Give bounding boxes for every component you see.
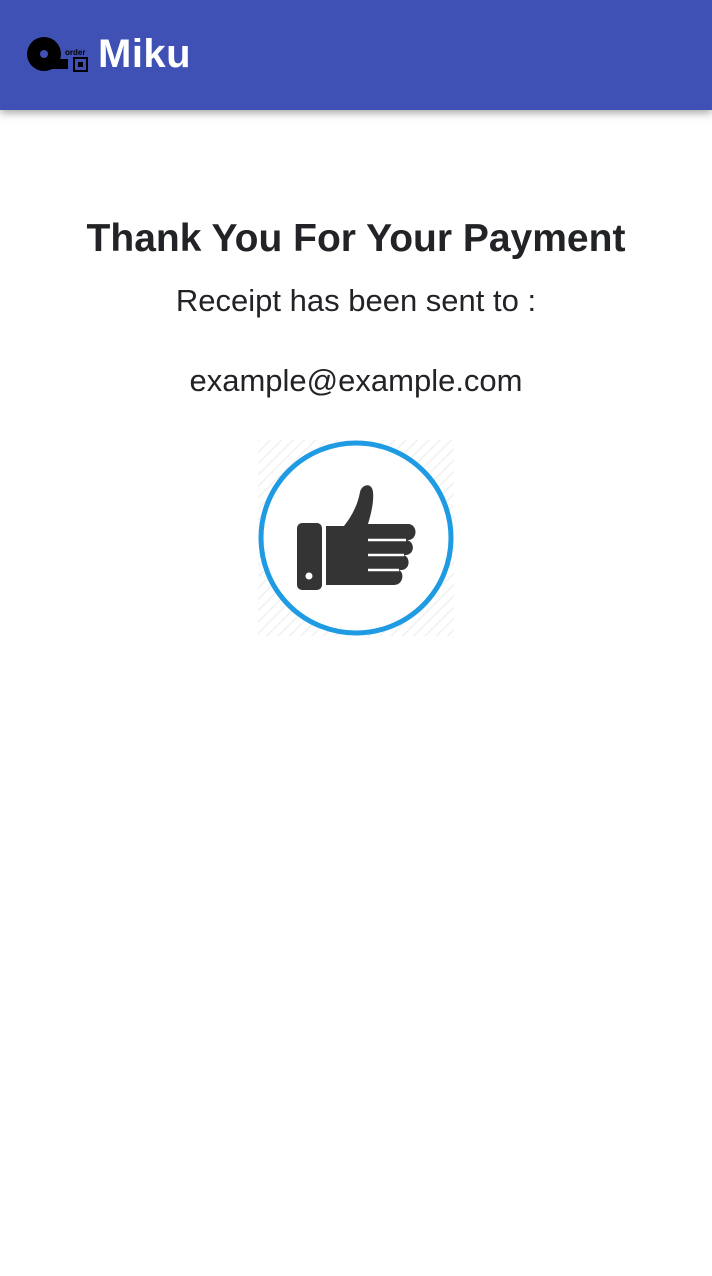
confirmation-content: Thank You For Your Payment Receipt has b…	[0, 110, 712, 1276]
receipt-message: Receipt has been sent to :	[175, 283, 537, 318]
page-title: Thank You For Your Payment	[86, 217, 626, 260]
thumbs-up-icon	[258, 440, 454, 636]
app-logo-icon: order	[27, 37, 88, 72]
thumbs-up-badge	[258, 440, 454, 636]
app-bar: order Miku	[0, 0, 712, 110]
svg-text:order: order	[65, 48, 85, 57]
app-title: Miku	[98, 32, 192, 76]
receipt-email: example@example.com	[189, 363, 523, 398]
